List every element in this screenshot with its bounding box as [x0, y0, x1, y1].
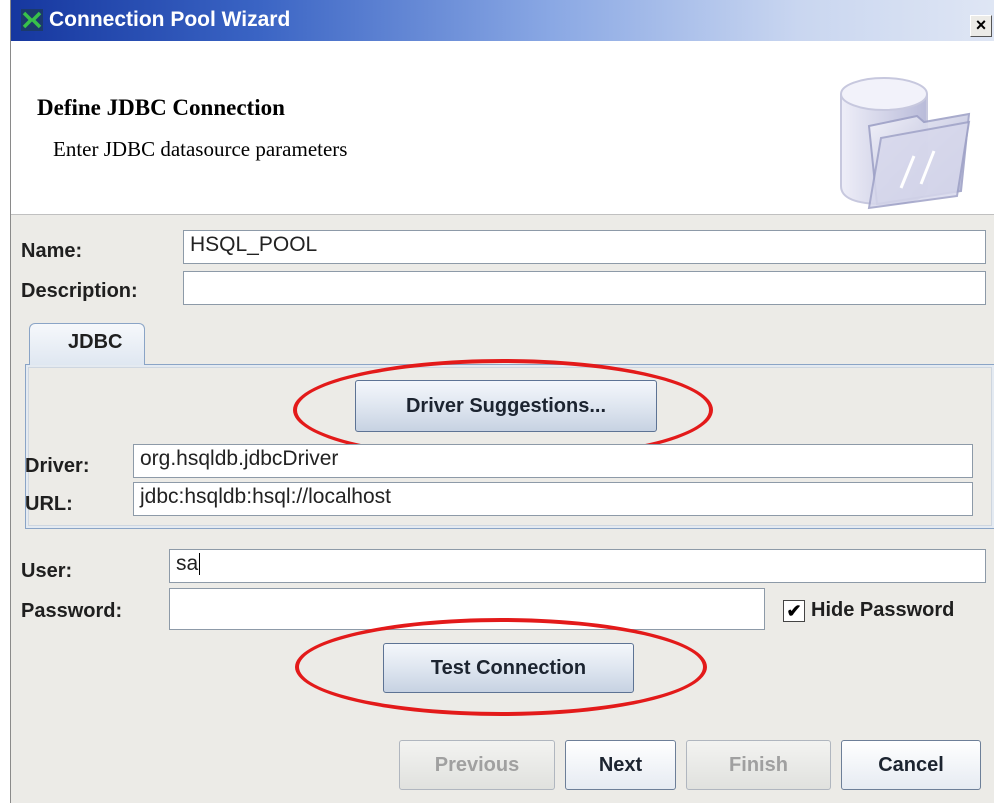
- connection-pool-wizard-dialog: Connection Pool Wizard × Define JDBC Con…: [10, 0, 994, 803]
- user-field[interactable]: sa: [169, 549, 986, 583]
- page-subtitle: Enter JDBC datasource parameters: [53, 137, 348, 161]
- hide-password-label: Hide Password: [811, 599, 955, 621]
- description-label: Description:: [21, 280, 138, 302]
- user-field-value: sa: [176, 552, 199, 575]
- page-title: Define JDBC Connection: [37, 95, 285, 120]
- description-field[interactable]: [183, 271, 986, 305]
- wizard-app-icon: [21, 9, 43, 31]
- name-field[interactable]: HSQL_POOL: [183, 230, 986, 264]
- checkmark-icon: ✔: [786, 601, 802, 621]
- password-field[interactable]: [169, 588, 765, 630]
- window-title: Connection Pool Wizard: [49, 8, 291, 31]
- hide-password-checkbox[interactable]: ✔: [783, 600, 805, 622]
- wizard-header: Define JDBC Connection Enter JDBC dataso…: [11, 41, 994, 215]
- driver-field[interactable]: org.hsqldb.jdbcDriver: [133, 444, 973, 478]
- url-label: URL:: [25, 493, 73, 515]
- title-bar[interactable]: Connection Pool Wizard ×: [11, 0, 994, 41]
- password-label: Password:: [21, 600, 123, 622]
- test-connection-button[interactable]: Test Connection: [383, 643, 634, 693]
- close-icon[interactable]: ×: [970, 15, 992, 37]
- finish-button[interactable]: Finish: [686, 740, 831, 790]
- cancel-button[interactable]: Cancel: [841, 740, 981, 790]
- database-folder-icon: [840, 77, 971, 210]
- text-caret: [199, 553, 201, 576]
- url-field[interactable]: jdbc:hsqldb:hsql://localhost: [133, 482, 973, 516]
- tab-jdbc-label: JDBC: [68, 331, 123, 353]
- next-button[interactable]: Next: [565, 740, 676, 790]
- previous-button[interactable]: Previous: [399, 740, 555, 790]
- driver-suggestions-button[interactable]: Driver Suggestions...: [355, 380, 657, 432]
- user-label: User:: [21, 560, 73, 582]
- tab-jdbc[interactable]: JDBC: [29, 323, 145, 365]
- driver-label: Driver:: [25, 455, 90, 477]
- name-label: Name:: [21, 240, 83, 262]
